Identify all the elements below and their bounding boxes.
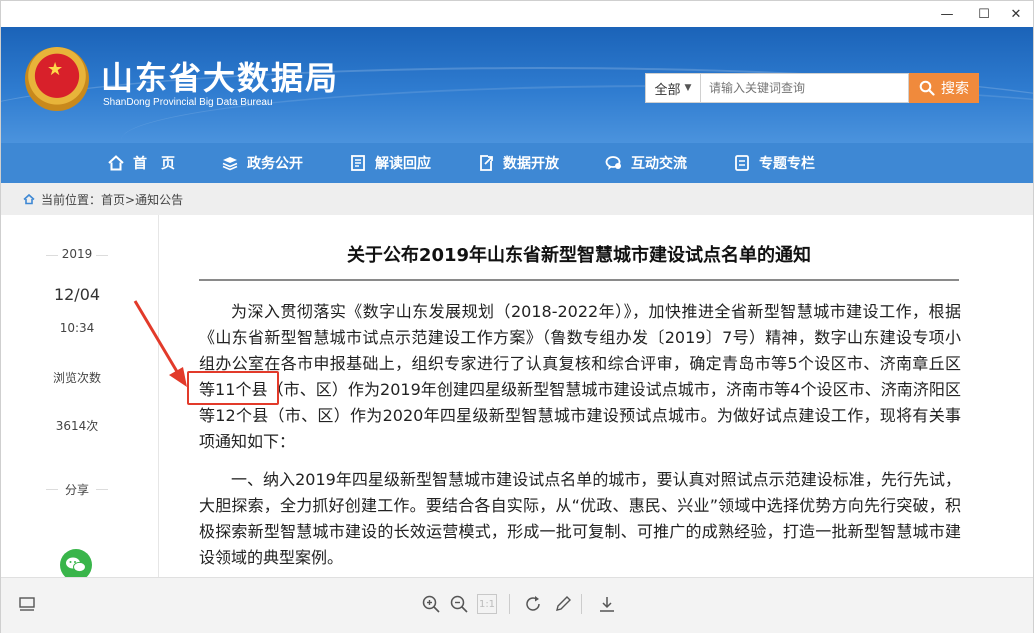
download-button[interactable] (595, 592, 619, 616)
app-window: — ☐ ✕ ★ 山东省大数据局 ShanDong Provincial Big … (0, 0, 1034, 633)
article-title: 关于公布2019年山东省新型智慧城市建设试点名单的通知 (346, 245, 812, 266)
chat-icon (605, 154, 623, 172)
site-header: ★ 山东省大数据局 ShanDong Provincial Big Data B… (1, 27, 1033, 143)
search-bar: 全部 ▼ 搜索 (645, 73, 979, 103)
title-divider (199, 279, 959, 281)
document-icon (349, 154, 367, 172)
title-bar: — ☐ ✕ (1, 1, 1033, 27)
nav-item-government-affairs[interactable]: 政务公开 (221, 143, 303, 183)
search-icon (919, 80, 935, 96)
export-icon (477, 154, 495, 172)
maximize-button[interactable]: ☐ (967, 1, 1001, 27)
nav-item-interaction[interactable]: 互动交流 (605, 143, 687, 183)
annotation-arrow-icon (133, 300, 187, 387)
views-count: 3614次 (55, 419, 99, 433)
home-icon (23, 193, 35, 205)
nav-item-label: 解读回应 (375, 156, 431, 172)
annotation-highlight-box (187, 371, 279, 405)
site-title[interactable]: 山东省大数据局 (101, 53, 339, 99)
search-button[interactable]: 搜索 (909, 73, 979, 103)
toolbar-divider (581, 594, 582, 614)
home-icon (107, 154, 125, 172)
pencil-icon (556, 596, 571, 611)
share-label: 分享 (64, 483, 89, 497)
zoom-out-button[interactable] (447, 592, 471, 616)
nav-item-special-topics[interactable]: 专题专栏 (733, 143, 815, 183)
viewer-toolbar: 1:1 (1, 577, 1033, 633)
article-paragraph: 为深入贯彻落实《数字山东发展规划（2018-2022年）》，加快推进全省新型智慧… (199, 302, 961, 451)
rotate-button[interactable] (521, 592, 545, 616)
chevron-down-icon: ▼ (684, 83, 692, 93)
site-subtitle: ShanDong Provincial Big Data Bureau (103, 97, 273, 108)
nav-item-home[interactable]: 首 页 (107, 143, 175, 183)
rotate-icon (526, 596, 540, 611)
zoom-in-icon (422, 595, 440, 613)
search-input[interactable] (701, 73, 909, 103)
layers-icon (221, 154, 239, 172)
national-emblem-icon: ★ (25, 47, 89, 111)
toolbar-divider (509, 594, 510, 614)
sidebar-toggle-button[interactable] (15, 592, 39, 616)
zoom-out-icon (450, 595, 468, 613)
nav-item-label: 专题专栏 (759, 156, 815, 172)
breadcrumb-prefix: 当前位置： (41, 192, 102, 207)
publish-year: 2019 (61, 247, 93, 261)
edit-button[interactable] (551, 592, 575, 616)
article-meta-sidebar: 2019 12/04 10:34 浏览次数 3614次 分享 (1, 215, 159, 581)
breadcrumb: 当前位置： 首页>通知公告 (1, 183, 1033, 215)
actual-size-button[interactable]: 1:1 (477, 594, 497, 614)
nav-item-label: 互动交流 (631, 156, 687, 172)
nav-item-open-data[interactable]: 数据开放 (477, 143, 559, 183)
breadcrumb-path[interactable]: 首页>通知公告 (101, 191, 183, 208)
search-button-label: 搜索 (941, 81, 969, 97)
article-paragraph: 一、纳入2019年四星级新型智慧城市建设试点名单的城市，要认真对照试点示范建设标… (199, 470, 961, 567)
panel-icon (19, 597, 35, 611)
search-scope-label: 全部 (654, 82, 681, 98)
zoom-in-button[interactable] (419, 592, 443, 616)
nav-item-label: 数据开放 (503, 156, 559, 172)
minimize-button[interactable]: — (930, 1, 964, 27)
nav-item-interpretation[interactable]: 解读回应 (349, 143, 431, 183)
main-nav: 首 页 政务公开 解读回应 数据开放 互动交流 专题专栏 (1, 143, 1033, 183)
nav-item-label: 政务公开 (247, 156, 303, 172)
nav-item-label: 首 页 (133, 156, 175, 172)
article-content: 关于公布2019年山东省新型智慧城市建设试点名单的通知 为深入贯彻落实《数字山东… (159, 215, 1033, 577)
search-scope-select[interactable]: 全部 ▼ (645, 73, 701, 103)
wechat-icon (66, 557, 86, 573)
download-icon (600, 597, 614, 612)
list-icon (733, 154, 751, 172)
close-button[interactable]: ✕ (999, 1, 1033, 27)
